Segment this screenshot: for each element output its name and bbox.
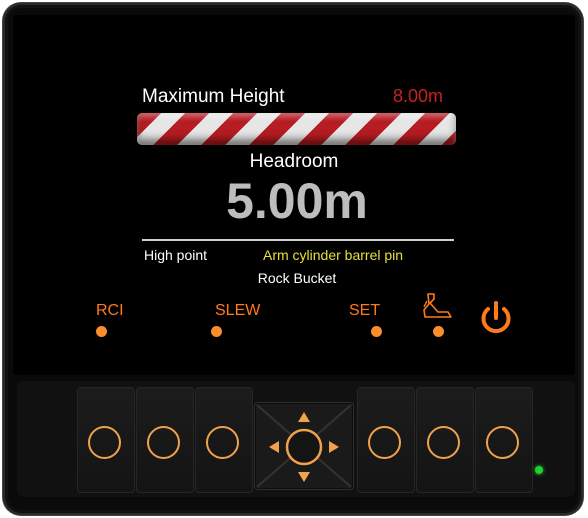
divider [142,239,454,241]
set-label: SET [349,302,381,319]
arrow-up-icon[interactable] [298,412,310,422]
rci-label: RCI [96,302,124,319]
nav-ok-icon[interactable] [285,428,323,466]
arrow-left-icon[interactable] [269,441,279,453]
bucket-icon [423,293,452,318]
soft-key-3[interactable] [195,387,253,493]
high-point-label: High point [144,247,208,263]
keypad [17,381,575,497]
rci-indicator [96,326,107,337]
key-ring-icon [427,426,460,459]
height-limit-bar [137,113,456,145]
key-ring-icon [486,426,519,459]
key-ring-icon [88,426,121,459]
high-point-value: Arm cylinder barrel pin [263,247,404,263]
set-indicator [371,326,382,337]
arrow-down-icon[interactable] [298,472,310,482]
key-ring-icon [147,426,180,459]
soft-key-4[interactable] [357,387,415,493]
headroom-label: Headroom [249,151,339,172]
nav-pad[interactable] [254,402,354,490]
soft-key-5[interactable] [416,387,474,493]
slew-label: SLEW [215,302,261,319]
soft-key-1[interactable] [77,387,135,493]
max-height-label: Maximum Height [142,86,285,107]
tool-name: Rock Bucket [257,270,337,286]
key-ring-icon [368,426,401,459]
nav-pad-graphic [256,404,352,488]
status-led [535,466,543,474]
bucket-indicator [433,326,444,337]
soft-key-2[interactable] [136,387,194,493]
max-height-value: 8.00m [393,86,444,106]
arrow-right-icon[interactable] [329,441,339,453]
slew-indicator [211,326,222,337]
soft-key-6[interactable] [475,387,533,493]
headroom-value: 5.00m [226,173,368,229]
key-ring-icon [206,426,239,459]
power-icon[interactable] [476,298,516,338]
